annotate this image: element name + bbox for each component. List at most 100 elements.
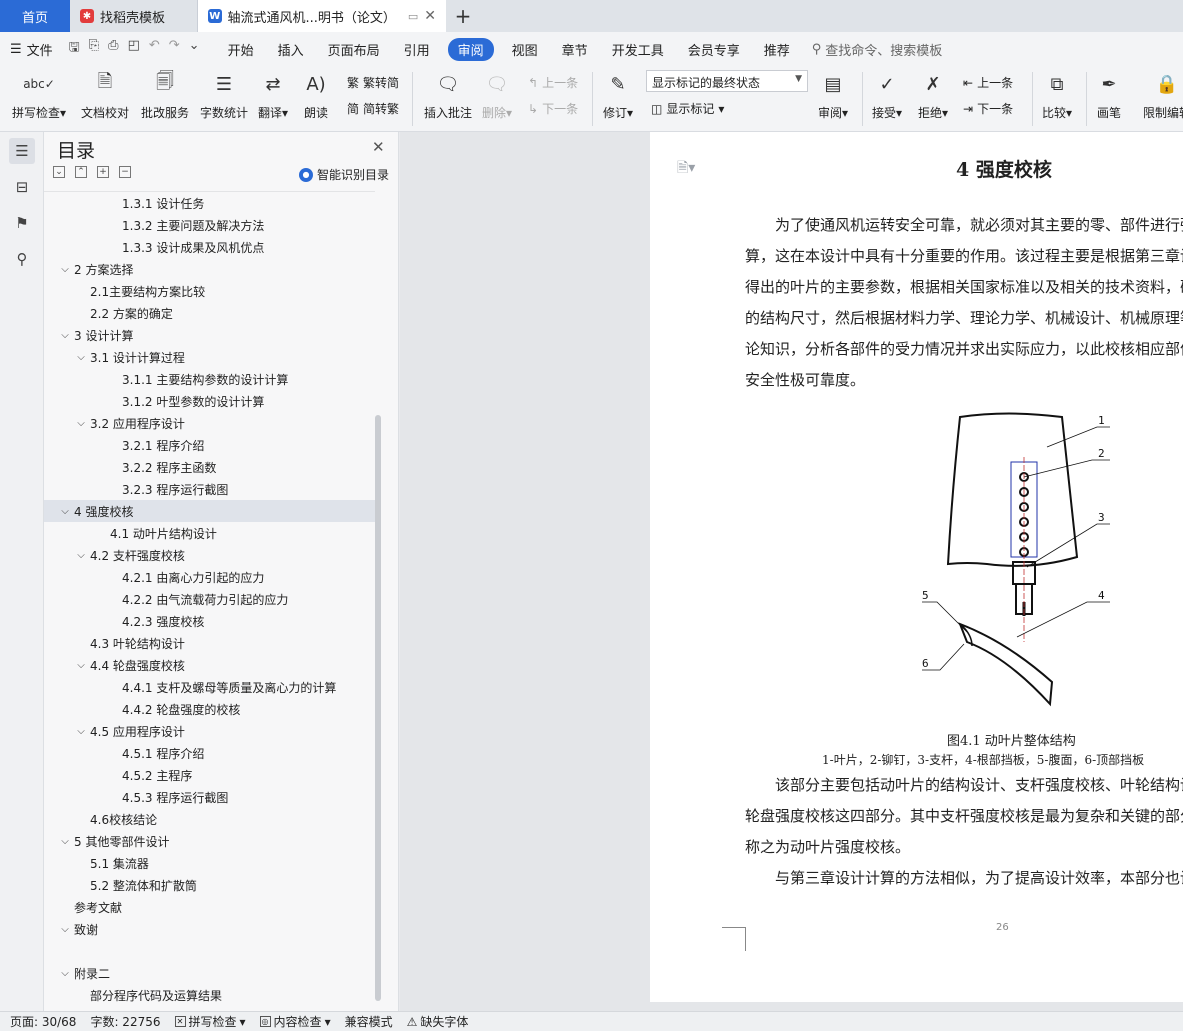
track-changes-button[interactable]: ✎ 修订▾ — [603, 70, 633, 121]
toc-item[interactable]: ⌵ 2 方案选择 — [44, 258, 375, 280]
toc-item[interactable]: 4.3 叶轮结构设计 — [44, 632, 375, 654]
redo-icon[interactable]: ↷ — [169, 38, 180, 60]
toc-item[interactable]: 3.1.2 叶型参数的设计计算 — [44, 390, 375, 412]
pin-icon[interactable]: ▭ — [408, 10, 418, 23]
menu-view[interactable]: 视图 — [512, 40, 538, 59]
menu-layout[interactable]: 页面布局 — [328, 40, 380, 59]
toc-item[interactable]: ⌵ 4.5 应用程序设计 — [44, 720, 375, 742]
tab-template[interactable]: ✱ 找稻壳模板 — [70, 0, 198, 32]
toc-item[interactable]: 3.1.1 主要结构参数的设计计算 — [44, 368, 375, 390]
missing-font-button[interactable]: ⚠ 缺失字体 — [407, 1013, 469, 1030]
smart-toc-button[interactable]: ● 智能识别目录 — [299, 166, 389, 183]
read-aloud-button[interactable]: A) 朗读 — [303, 70, 329, 121]
print-icon[interactable]: ⎙ — [108, 38, 118, 60]
chevron-down-icon[interactable]: ⌵ — [58, 924, 72, 935]
delete-comment-button[interactable]: 🗨 删除▾ — [482, 70, 512, 121]
doc-check-button[interactable]: 🗎 文档校对 — [81, 70, 129, 121]
page-indicator[interactable]: 页面: 30/68 — [10, 1013, 76, 1030]
toc-item[interactable]: 4.2.1 由离心力引起的应力 — [44, 566, 375, 588]
toc-item[interactable] — [44, 940, 375, 962]
toc-item[interactable]: ⌵ 4.2 支杆强度校核 — [44, 544, 375, 566]
toc-item[interactable]: 3.2.3 程序运行截图 — [44, 478, 375, 500]
prev-change-button[interactable]: ⇤ 上一条 — [963, 74, 1013, 91]
tab-home[interactable]: 首页 — [0, 0, 70, 32]
menu-recommend[interactable]: 推荐 — [764, 40, 790, 59]
simp-to-trad-button[interactable]: 简简转繁 — [347, 100, 399, 117]
new-tab-button[interactable]: + — [446, 0, 480, 32]
prev-comment-button[interactable]: ↰ 上一条 — [528, 74, 578, 91]
tab-close-icon[interactable]: ✕ — [424, 8, 436, 24]
toc-item[interactable]: 4.1 动叶片结构设计 — [44, 522, 375, 544]
spell-check-toggle[interactable]: ✕ 拼写检查 ▾ — [174, 1013, 246, 1030]
toc-item[interactable]: ⌵ 致谢 — [44, 918, 375, 940]
toc-item[interactable]: 1.3.3 设计成果及风机优点 — [44, 236, 375, 258]
toc-item[interactable]: 参考文献 — [44, 896, 375, 918]
revision-service-button[interactable]: 🗐 批改服务 — [141, 70, 189, 121]
toc-item[interactable]: 4.4.2 轮盘强度的校核 — [44, 698, 375, 720]
chevron-down-icon[interactable]: ⌵ — [74, 660, 88, 671]
more-chevron-icon[interactable]: ⌄ — [189, 38, 200, 60]
chevron-down-icon[interactable]: ⌵ — [58, 330, 72, 341]
show-markup-button[interactable]: ◫ 显示标记 ▾ — [651, 100, 724, 117]
command-search[interactable]: ⚲ 查找命令、搜索模板 — [812, 40, 943, 59]
chevron-down-icon[interactable]: ⌵ — [74, 726, 88, 737]
toc-item[interactable]: 5.2 整流体和扩散筒 — [44, 874, 375, 896]
menu-review[interactable]: 审阅 — [447, 37, 494, 61]
collapse-all-icon[interactable]: ⌄ — [53, 166, 65, 178]
menu-section[interactable]: 章节 — [562, 40, 588, 59]
menu-insert[interactable]: 插入 — [278, 40, 304, 59]
file-menu[interactable]: ☰ 文件 — [10, 40, 53, 59]
undo-icon[interactable]: ↶ — [149, 38, 160, 60]
chevron-down-icon[interactable]: ⌵ — [74, 550, 88, 561]
save-icon[interactable]: 🖫 — [69, 38, 80, 60]
toc-item[interactable]: 3.2.1 程序介绍 — [44, 434, 375, 456]
toc-item[interactable]: 5.1 集流器 — [44, 852, 375, 874]
translate-button[interactable]: ⇄ 翻译▾ — [258, 70, 288, 121]
accept-button[interactable]: ✓ 接受▾ — [872, 70, 902, 121]
review-pane-button[interactable]: ▤ 审阅▾ — [818, 70, 848, 121]
toc-item[interactable]: 4.2.2 由气流载荷力引起的应力 — [44, 588, 375, 610]
toc-item[interactable]: ⌵ 3.1 设计计算过程 — [44, 346, 375, 368]
toc-item[interactable]: 4.6校核结论 — [44, 808, 375, 830]
tab-document[interactable]: W 轴流式通风机...明书（论文） ▭ ✕ — [198, 0, 446, 32]
spell-check-button[interactable]: abc ✓ 拼写检查▾ — [12, 70, 66, 121]
insert-comment-button[interactable]: 🗨 插入批注 — [424, 70, 472, 121]
menu-reference[interactable]: 引用 — [404, 40, 430, 59]
markup-state-select[interactable]: 显示标记的最终状态 ▼ — [646, 70, 808, 92]
chevron-down-icon[interactable]: ⌵ — [58, 968, 72, 979]
toc-item[interactable]: ⌵ 4.4 轮盘强度校核 — [44, 654, 375, 676]
toc-item[interactable]: 1.3.2 主要问题及解决方法 — [44, 214, 375, 236]
toc-item[interactable]: 4.5.3 程序运行截图 — [44, 786, 375, 808]
menu-start[interactable]: 开始 — [228, 40, 254, 59]
chevron-down-icon[interactable]: ⌵ — [74, 352, 88, 363]
toc-scrollbar[interactable] — [375, 415, 381, 1001]
search-panel-icon[interactable]: ⚲ — [9, 246, 35, 272]
compare-button[interactable]: ⧉ 比较▾ — [1042, 70, 1072, 121]
add-level-icon[interactable]: + — [97, 166, 109, 178]
toc-item[interactable]: 4.5.2 主程序 — [44, 764, 375, 786]
close-icon[interactable]: ✕ — [372, 138, 385, 156]
menu-member[interactable]: 会员专享 — [688, 40, 740, 59]
toc-item[interactable]: 3.2.2 程序主函数 — [44, 456, 375, 478]
export-icon[interactable]: ⎘ — [89, 38, 99, 60]
menu-devtools[interactable]: 开发工具 — [612, 40, 664, 59]
toc-item[interactable]: 4.4.1 支杆及螺母等质量及离心力的计算 — [44, 676, 375, 698]
content-check-toggle[interactable]: ◎ 内容检查 ▾ — [259, 1013, 331, 1030]
toc-item[interactable]: ⌵ 附录二 — [44, 962, 375, 984]
toc-item[interactable]: 4.2.3 强度校核 — [44, 610, 375, 632]
toc-item[interactable]: ⌵ 3 设计计算 — [44, 324, 375, 346]
toc-item[interactable]: ⌵ 5 其他零部件设计 — [44, 830, 375, 852]
next-comment-button[interactable]: ↳ 下一条 — [528, 100, 578, 117]
toc-item[interactable]: 1.3.1 设计任务 — [44, 192, 375, 214]
toc-panel-icon[interactable]: ☰ — [9, 138, 35, 164]
preview-icon[interactable]: ◰ — [128, 38, 140, 60]
trad-to-simp-button[interactable]: 繁繁转简 — [347, 74, 399, 91]
document-page[interactable]: 🗎▾ 4 强度校核 为了使通风机运转安全可靠，就必须对其主要的零、部件进行强度校… — [650, 132, 1183, 1002]
toc-item[interactable]: ⌵ 3.2 应用程序设计 — [44, 412, 375, 434]
chevron-down-icon[interactable]: ⌵ — [58, 264, 72, 275]
expand-up-icon[interactable]: ⌃ — [75, 166, 87, 178]
next-change-button[interactable]: ⇥ 下一条 — [963, 100, 1013, 117]
nav-panel-icon[interactable]: ⊟ — [9, 174, 35, 200]
reject-button[interactable]: ✗ 拒绝▾ — [918, 70, 948, 121]
toc-item[interactable]: ⌵ 4 强度校核 — [44, 500, 375, 522]
